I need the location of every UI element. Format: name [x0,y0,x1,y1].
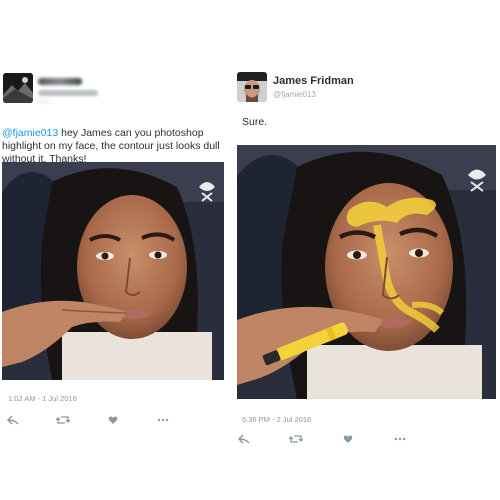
redacted-display-name [38,78,82,85]
more-icon[interactable] [393,432,407,446]
reply-icon[interactable] [237,432,251,446]
tweet-timestamp[interactable]: 5:36 PM - 2 Jul 2016 [242,415,311,424]
reply-icon[interactable] [6,413,20,427]
retweet-icon[interactable] [289,432,303,446]
display-name[interactable]: James Fridman [273,75,354,87]
tweet-text: @fjamie013 hey James can you photoshop h… [2,127,238,166]
more-icon[interactable] [156,413,170,427]
tweet-text: Sure. [242,116,268,128]
selfie-photo[interactable] [2,162,224,380]
user-avatar[interactable] [3,73,33,103]
user-handle[interactable]: @fjamie013 [273,90,316,99]
reply-tweet: James Fridman @fjamie013 Sure. 5:36 PM -… [237,0,500,500]
like-icon[interactable] [341,432,355,446]
like-icon[interactable] [106,413,120,427]
tweet-actions [237,432,445,446]
tweet-timestamp[interactable]: 1:02 AM - 1 Jul 2016 [8,394,77,403]
mention-link[interactable]: @fjamie013 [2,127,58,139]
tweet-actions [6,413,206,427]
user-avatar[interactable] [237,72,267,102]
retweet-icon[interactable] [56,413,70,427]
original-tweet: @jc @fjamie013 hey James can you photosh… [0,0,240,500]
edited-selfie-photo[interactable] [237,145,496,399]
redacted-handle: @jc [38,90,98,105]
